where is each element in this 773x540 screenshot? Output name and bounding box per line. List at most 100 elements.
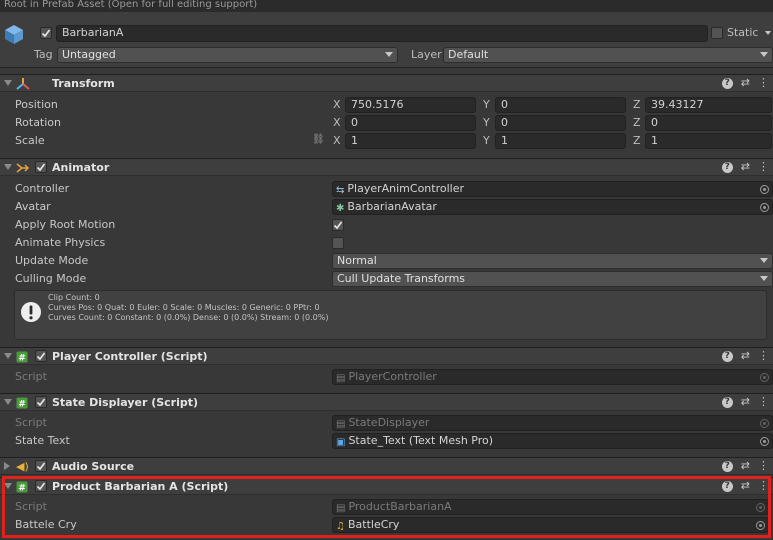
rotation-z-field[interactable]: 0 (645, 115, 772, 131)
scale-y-axis: Y (483, 134, 490, 147)
foldout-arrow-icon[interactable] (4, 483, 12, 489)
object-picker-icon (760, 373, 769, 382)
state-text-value: State_Text (Text Mesh Pro) (348, 434, 494, 447)
state-text-field[interactable]: ▣ State_Text (Text Mesh Pro) (332, 433, 773, 449)
static-checkbox[interactable] (711, 27, 723, 39)
animator-enabled-checkbox[interactable] (35, 161, 47, 173)
audio-source-header[interactable]: ◀) Audio Source ? ⇄ ⋮ (0, 457, 773, 475)
scale-x-field[interactable]: 1 (345, 133, 476, 149)
rotation-y-axis: Y (483, 116, 490, 129)
object-picker-icon (760, 419, 769, 428)
prefab-banner: Root in Prefab Asset (Open for full edit… (0, 0, 773, 12)
animator-icon (16, 163, 29, 173)
scale-y-field[interactable]: 1 (495, 133, 626, 149)
static-dropdown-caret[interactable] (765, 31, 771, 35)
context-menu-icon[interactable]: ⋮ (758, 77, 769, 89)
context-menu-icon[interactable]: ⋮ (758, 460, 769, 472)
animator-info-box: Clip Count: 0 Curves Pos: 0 Quat: 0 Eule… (14, 290, 767, 340)
controller-field[interactable]: ⇆ PlayerAnimController (332, 181, 773, 197)
rotation-x-axis: X (333, 116, 341, 129)
active-checkbox[interactable] (40, 27, 52, 39)
rotation-x-field[interactable]: 0 (345, 115, 476, 131)
chevron-down-icon (385, 52, 393, 57)
chevron-down-icon (760, 52, 768, 57)
transform-body: Position X 750.5176 Y 0 Z 39.43127 Rotat… (0, 93, 773, 153)
player-controller-enabled-checkbox[interactable] (35, 350, 47, 362)
info-line-clip-count: Clip Count: 0 (48, 293, 100, 302)
object-picker-icon[interactable] (760, 185, 769, 194)
layer-dropdown[interactable]: Default (443, 47, 773, 63)
object-picker-icon (756, 503, 765, 512)
transform-icon (16, 78, 30, 90)
product-barbarian-header[interactable]: # Product Barbarian A (Script) ? ⇄ ⋮ (0, 477, 773, 495)
animator-controller-icon: ⇆ (336, 185, 345, 196)
scale-z-field[interactable]: 1 (645, 133, 772, 149)
help-icon[interactable]: ? (721, 350, 733, 362)
player-controller-script-label: Script (15, 370, 47, 383)
foldout-arrow-icon[interactable] (4, 80, 12, 86)
object-picker-icon[interactable] (760, 203, 769, 212)
presets-icon[interactable]: ⇄ (741, 77, 750, 89)
rotation-z-axis: Z (633, 116, 641, 129)
player-controller-header[interactable]: # Player Controller (Script) ? ⇄ ⋮ (0, 347, 773, 365)
battle-cry-field[interactable]: ♫ BattleCry (332, 517, 769, 533)
update-mode-dropdown[interactable]: Normal (332, 253, 773, 269)
help-icon[interactable]: ? (721, 460, 733, 472)
presets-icon[interactable]: ⇄ (741, 350, 750, 362)
scale-label: Scale (15, 134, 45, 147)
presets-icon[interactable]: ⇄ (741, 460, 750, 472)
help-icon[interactable]: ? (721, 77, 733, 89)
help-icon[interactable]: ? (721, 396, 733, 408)
product-barbarian-script-field: ▤ ProductBarbarianA (332, 499, 769, 515)
rotation-y-field[interactable]: 0 (495, 115, 626, 131)
info-exclamation-icon (21, 302, 41, 322)
state-displayer-script-value: StateDisplayer (348, 416, 430, 429)
foldout-arrow-icon[interactable] (4, 164, 12, 170)
csharp-script-icon: # (16, 481, 28, 493)
state-displayer-enabled-checkbox[interactable] (35, 396, 47, 408)
position-y-field[interactable]: 0 (495, 97, 626, 113)
scale-z-axis: Z (633, 134, 641, 147)
product-barbarian-enabled-checkbox[interactable] (35, 480, 47, 492)
position-z-field[interactable]: 39.43127 (645, 97, 772, 113)
transform-title: Transform (52, 77, 115, 90)
animate-physics-checkbox[interactable] (332, 237, 344, 249)
link-icon[interactable]: ⛓ (312, 134, 325, 145)
avatar-field[interactable]: ✱ BarbarianAvatar (332, 199, 773, 215)
context-menu-icon[interactable]: ⋮ (758, 396, 769, 408)
transform-header[interactable]: Transform ? ⇄ ⋮ (0, 74, 773, 92)
foldout-arrow-icon[interactable] (4, 462, 10, 470)
apply-root-motion-label: Apply Root Motion (15, 218, 116, 231)
context-menu-icon[interactable]: ⋮ (758, 161, 769, 173)
player-controller-title: Player Controller (Script) (52, 350, 208, 363)
script-file-icon: ▤ (336, 503, 346, 514)
gameobject-header: BarbarianA Static Tag Untagged Layer Def… (0, 12, 773, 68)
context-menu-icon[interactable]: ⋮ (758, 350, 769, 362)
svg-text:#: # (18, 354, 26, 364)
tag-dropdown[interactable]: Untagged (57, 47, 398, 63)
foldout-arrow-icon[interactable] (4, 353, 12, 359)
layer-label: Layer (411, 48, 442, 61)
chevron-down-icon (760, 258, 768, 263)
foldout-arrow-icon[interactable] (4, 399, 12, 405)
presets-icon[interactable]: ⇄ (741, 161, 750, 173)
player-controller-script-value: PlayerController (348, 370, 437, 383)
position-x-field[interactable]: 750.5176 (345, 97, 476, 113)
gameobject-name-field[interactable]: BarbarianA (56, 25, 708, 42)
culling-mode-dropdown[interactable]: Cull Update Transforms (332, 271, 773, 287)
controller-label: Controller (15, 182, 70, 195)
presets-icon[interactable]: ⇄ (741, 480, 750, 492)
object-picker-icon[interactable] (756, 521, 765, 530)
apply-root-motion-checkbox[interactable] (332, 219, 344, 231)
help-icon[interactable]: ? (721, 480, 733, 492)
tag-value: Untagged (62, 48, 116, 61)
state-displayer-header[interactable]: # State Displayer (Script) ? ⇄ ⋮ (0, 393, 773, 411)
animator-title: Animator (52, 161, 110, 174)
help-icon[interactable]: ? (721, 161, 733, 173)
presets-icon[interactable]: ⇄ (741, 396, 750, 408)
animator-header[interactable]: Animator ? ⇄ ⋮ (0, 158, 773, 176)
audio-source-enabled-checkbox[interactable] (35, 460, 47, 472)
object-picker-icon[interactable] (760, 437, 769, 446)
avatar-value: BarbarianAvatar (347, 200, 437, 213)
context-menu-icon[interactable]: ⋮ (758, 480, 769, 492)
